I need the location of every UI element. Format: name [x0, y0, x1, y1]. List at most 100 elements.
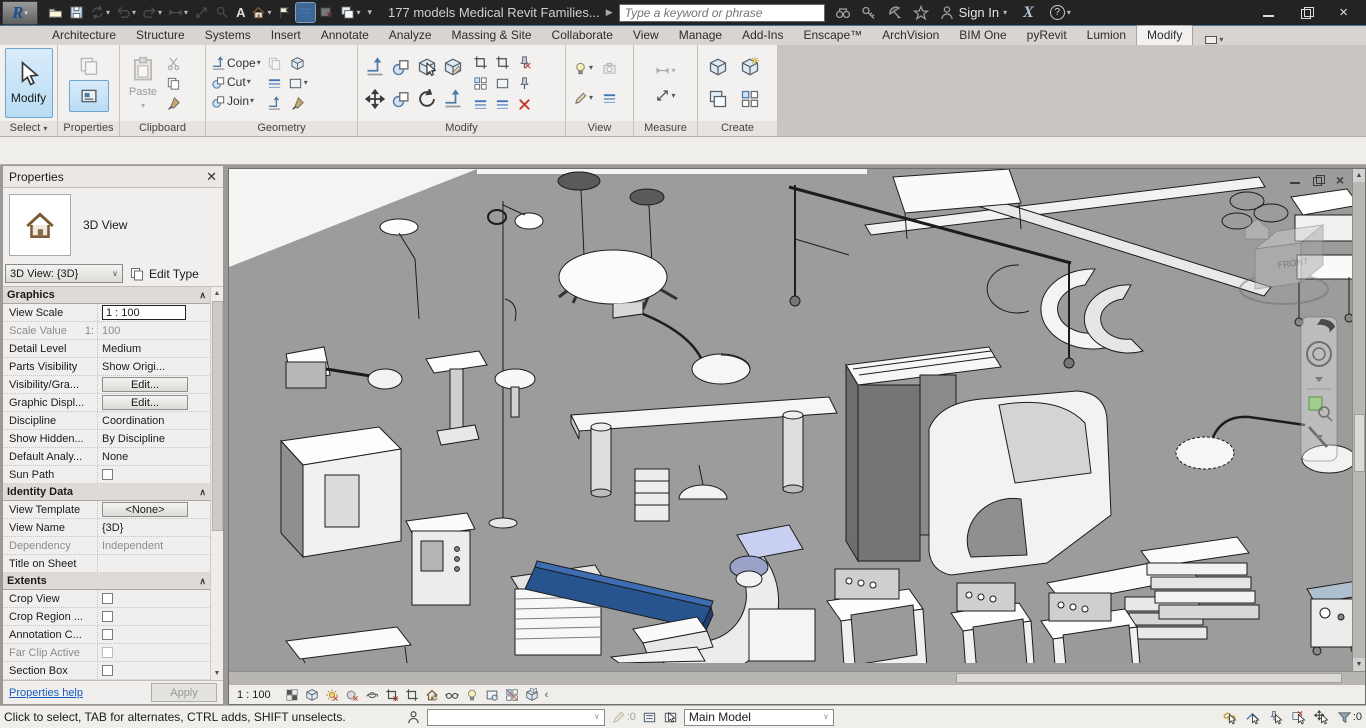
property-row[interactable]: Detail Level Medium [3, 340, 210, 358]
family-types-icon[interactable] [78, 55, 100, 77]
tab-add-ins[interactable]: Add-Ins [732, 26, 793, 45]
restore-button[interactable] [1301, 6, 1315, 19]
section-header-graphics[interactable]: Graphics ∧ [3, 287, 210, 304]
palette-scrollbar[interactable]: ▲ ▼ [210, 287, 223, 680]
aligned-dimension-button[interactable] [192, 3, 211, 22]
scroll-down-arrow[interactable]: ▼ [1353, 658, 1365, 671]
vertical-scrollbar-thumb[interactable] [1354, 414, 1365, 472]
tag-by-category-button[interactable] [213, 3, 232, 22]
shadows-icon[interactable] [345, 688, 359, 702]
reveal-hidden-elements-icon[interactable] [465, 688, 479, 702]
design-options-dropdown[interactable]: Main Model ∨ [683, 708, 834, 726]
search-icon[interactable] [835, 5, 851, 21]
tab-enscape[interactable]: Enscape™ [793, 26, 872, 45]
match-type-properties-icon[interactable] [165, 95, 182, 112]
view-minimize-icon[interactable] [1289, 175, 1301, 186]
tab-insert[interactable]: Insert [261, 26, 311, 45]
tab-systems[interactable]: Systems [195, 26, 261, 45]
tab-manage[interactable]: Manage [669, 26, 732, 45]
text-button[interactable]: A [234, 3, 247, 22]
property-row[interactable]: View Name {3D} [3, 519, 210, 537]
detail-level-icon[interactable] [285, 688, 299, 702]
edit-type-button[interactable]: Edit Type [129, 266, 199, 282]
property-row[interactable]: Sun Path [3, 466, 210, 484]
cope-button[interactable]: Cope ▾ [210, 55, 262, 72]
property-row[interactable]: Section Box [3, 662, 210, 680]
tab-architecture[interactable]: Architecture [42, 26, 126, 45]
open-button[interactable] [46, 3, 65, 22]
application-menu-button[interactable]: R ▾ [2, 0, 38, 25]
worksets-dropdown[interactable]: ∨ [426, 708, 605, 726]
wall-joins-icon[interactable] [266, 95, 283, 112]
property-row[interactable]: Graphic Displ... Edit... [3, 394, 210, 412]
select-elements-by-face-icon[interactable] [1291, 710, 1306, 725]
select-links-icon[interactable] [1222, 710, 1237, 725]
section-box-checkbox[interactable] [102, 665, 113, 676]
highlight-displacement-sets-icon[interactable] [525, 687, 539, 702]
cut-to-clipboard-icon[interactable] [165, 55, 182, 72]
property-row[interactable]: View Template <None> [3, 501, 210, 519]
tab-collaborate[interactable]: Collaborate [542, 26, 623, 45]
modify-tool-button[interactable]: Modify [4, 48, 53, 118]
temporary-view-properties-icon[interactable] [485, 688, 499, 702]
join-geometry-button[interactable]: Join ▾ [210, 93, 262, 110]
tab-analyze[interactable]: Analyze [379, 26, 442, 45]
measure-ruler-icon[interactable]: ▾ [654, 62, 676, 79]
scroll-up-arrow[interactable]: ▲ [1353, 169, 1365, 182]
redo-button[interactable]: ▾ [140, 3, 164, 22]
move-icon[interactable] [365, 89, 385, 109]
crop-view-icon[interactable] [385, 688, 399, 702]
show-analytical-model-icon[interactable] [505, 688, 519, 702]
communication-center-icon[interactable] [887, 5, 903, 21]
help-button[interactable]: ? ▾ [1049, 5, 1071, 20]
tab-annotate[interactable]: Annotate [311, 26, 379, 45]
close-icon[interactable]: ✕ [206, 169, 217, 185]
create-parts-icon[interactable] [740, 89, 760, 109]
search-input[interactable] [618, 3, 825, 22]
pin-icon[interactable] [516, 75, 533, 92]
customize-qat-button[interactable]: ▾ [364, 6, 374, 19]
property-row[interactable]: Default Analy... None [3, 448, 210, 466]
view-scale-control[interactable]: 1 : 100 [237, 689, 271, 701]
measure-button[interactable]: ▾ [166, 3, 190, 22]
property-row[interactable]: Annotation C... [3, 626, 210, 644]
mirror-draw-axis-icon[interactable] [443, 57, 463, 77]
property-row[interactable]: Show Hidden... By Discipline [3, 430, 210, 448]
trim-extend-corner-icon[interactable] [443, 89, 463, 109]
tab-lumion[interactable]: Lumion [1077, 26, 1136, 45]
tab-view[interactable]: View [623, 26, 669, 45]
view-scale-input[interactable]: 1 : 100 [102, 305, 186, 320]
key-icon[interactable] [861, 5, 877, 21]
tab-bim-one[interactable]: BIM One [949, 26, 1016, 45]
tab-archvision[interactable]: ArchVision [872, 26, 949, 45]
thin-lines-button[interactable] [295, 2, 317, 23]
properties-help-link[interactable]: Properties help [9, 687, 83, 699]
property-row[interactable]: Discipline Coordination [3, 412, 210, 430]
filter-icon[interactable]: :0 [1337, 710, 1362, 725]
lightbulb-icon[interactable]: ▾ [572, 60, 594, 77]
rotate-icon[interactable] [417, 89, 437, 109]
create-assembly-icon[interactable] [708, 89, 728, 109]
title-expand-arrow[interactable]: ▶ [606, 7, 613, 18]
properties-palette-toggle[interactable] [68, 79, 109, 112]
tab-pyrevit[interactable]: pyRevit [1017, 26, 1077, 45]
visibility-graphics-edit-button[interactable]: Edit... [102, 377, 188, 392]
property-row[interactable]: View Scale 1 : 100 [3, 304, 210, 322]
property-row[interactable]: Title on Sheet [3, 555, 210, 573]
property-row[interactable]: Visibility/Gra... Edit... [3, 376, 210, 394]
minimize-button[interactable] [1263, 7, 1275, 19]
select-pinned-elements-icon[interactable] [1268, 710, 1283, 725]
crop-view-checkbox[interactable] [102, 593, 113, 604]
editing-requests-icon[interactable]: :0 [611, 710, 636, 725]
lock-3d-view-icon[interactable] [425, 688, 439, 702]
paint-icon[interactable] [289, 55, 306, 72]
close-button[interactable]: × [1339, 5, 1348, 20]
create-similar-icon[interactable] [740, 57, 760, 77]
save-button[interactable] [67, 3, 86, 22]
undo-button[interactable]: ▾ [114, 3, 138, 22]
unjoin-geometry-icon[interactable]: ▾ [287, 75, 309, 92]
worksets-icon[interactable] [406, 710, 421, 725]
temporary-hide-isolate-icon[interactable] [444, 688, 459, 702]
vertical-scrollbar[interactable]: ▲ ▼ [1352, 169, 1365, 671]
section-header-identity-data[interactable]: Identity Data ∧ [3, 484, 210, 501]
